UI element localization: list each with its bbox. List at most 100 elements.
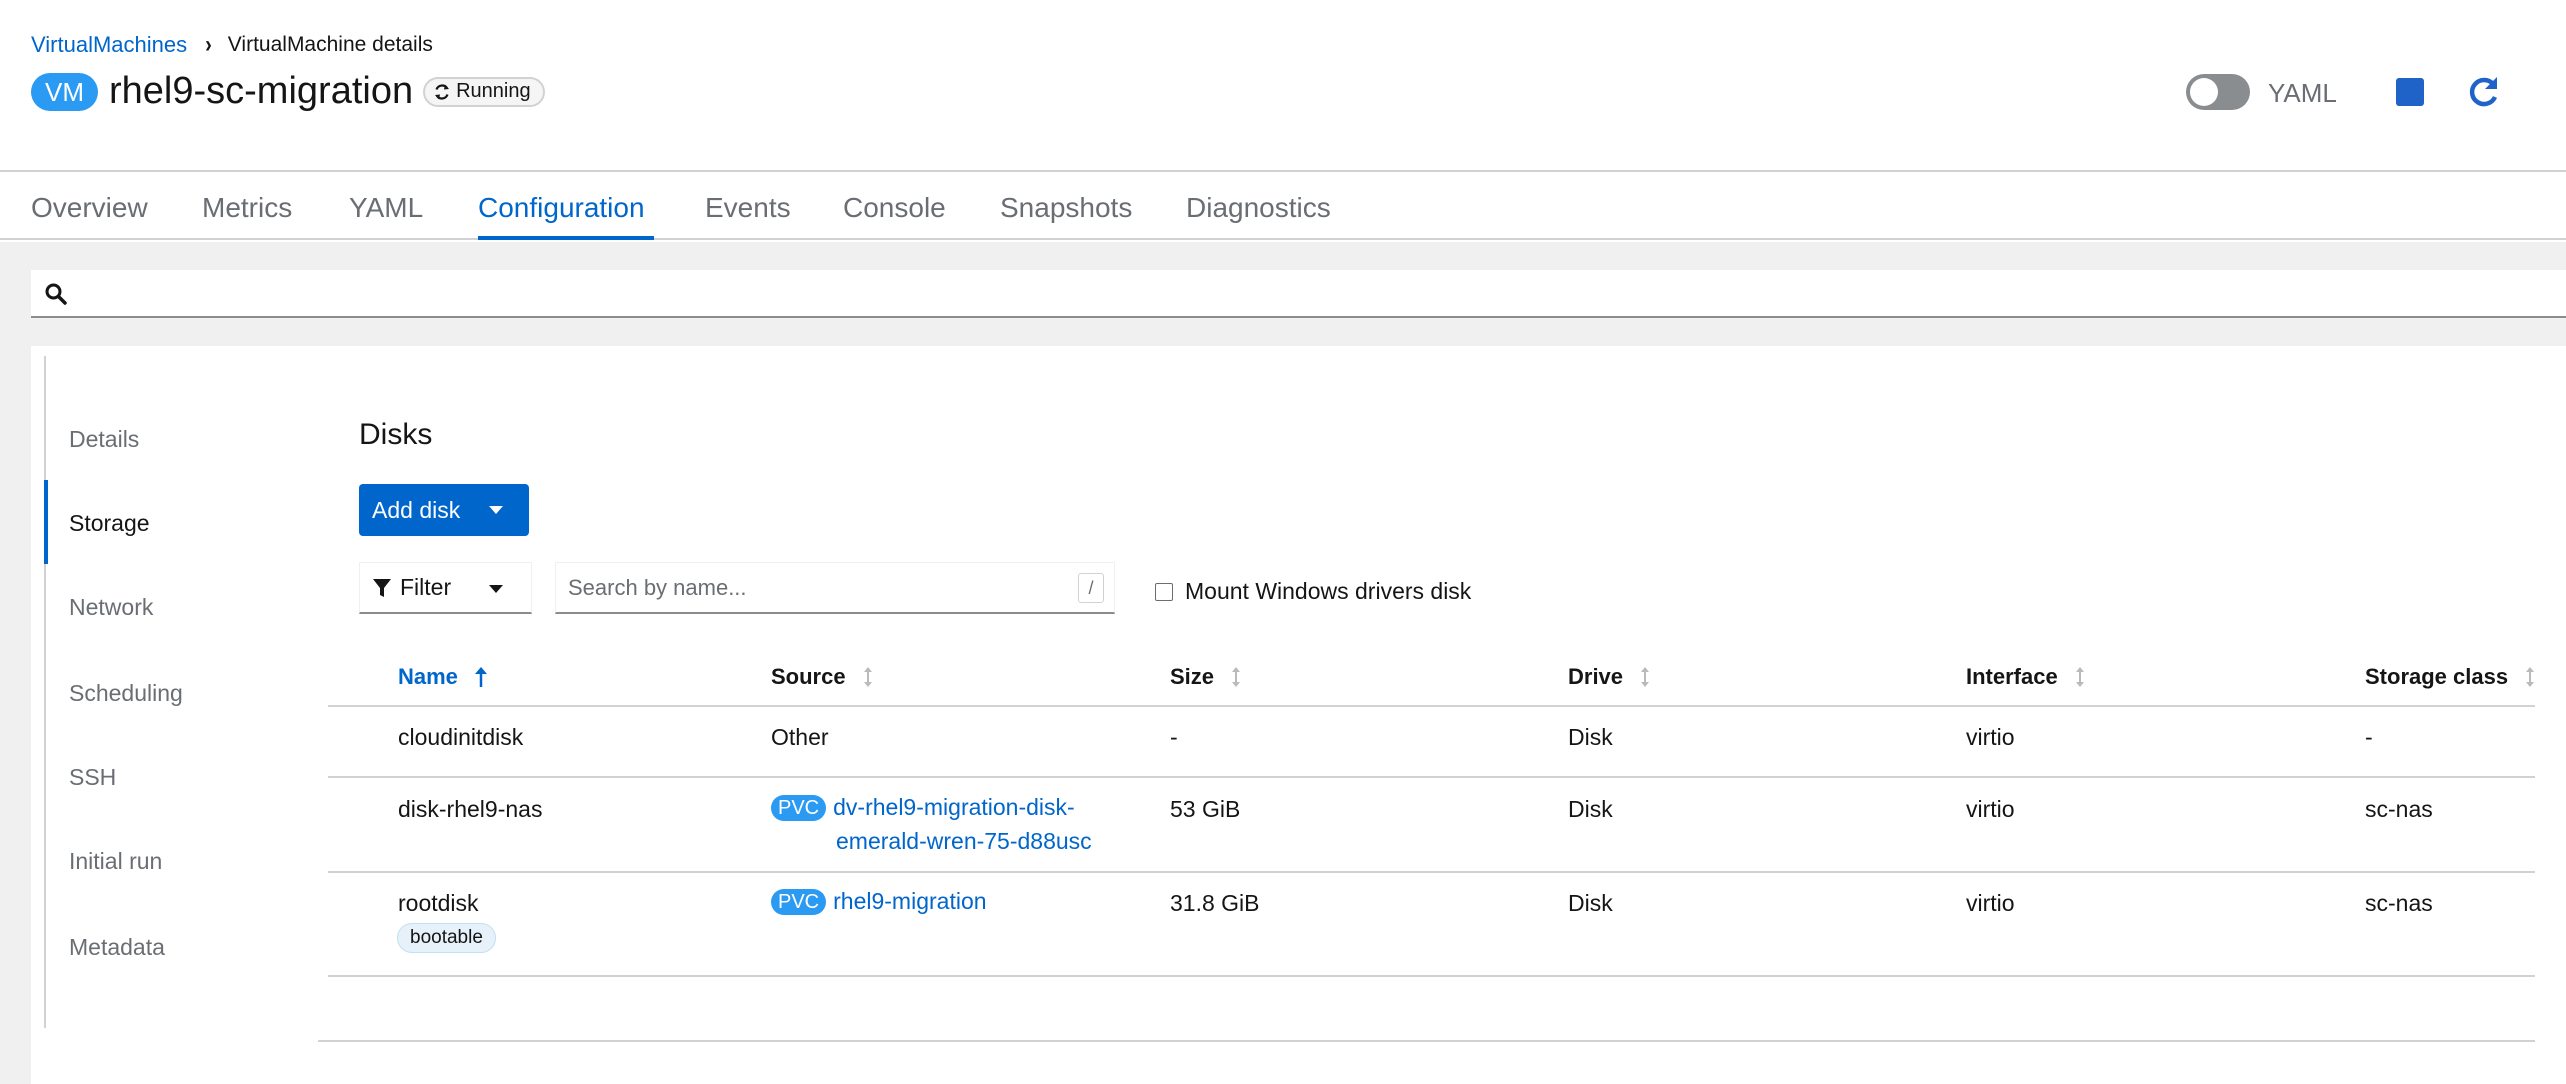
caret-down-icon	[489, 506, 503, 514]
disk-source: PVC dv-rhel9-migration-disk-	[771, 794, 1075, 821]
table-header-divider	[328, 705, 2535, 707]
disk-size: -	[1170, 724, 1178, 750]
row-divider	[328, 776, 2535, 778]
disk-source: Other	[771, 724, 829, 750]
yaml-toggle-label: YAML	[2268, 78, 2337, 108]
sort-icon	[2526, 667, 2535, 687]
side-nav-network[interactable]: Network	[69, 594, 153, 621]
column-header-source[interactable]: Source	[771, 664, 874, 690]
column-header-label: Size	[1170, 664, 1215, 689]
row-divider	[328, 975, 2535, 977]
vm-type-badge: VM	[31, 72, 98, 111]
yaml-toggle[interactable]	[2186, 74, 2250, 110]
sort-icon	[1641, 667, 1650, 687]
sort-icon	[1232, 667, 1241, 687]
search-icon	[45, 283, 67, 305]
tab-yaml[interactable]: YAML	[349, 192, 423, 224]
pvc-badge: PVC	[771, 795, 827, 821]
restart-icon[interactable]	[2464, 74, 2502, 112]
disk-storage-class: -	[2365, 724, 2373, 750]
add-disk-button[interactable]: Add disk	[359, 484, 529, 536]
sort-icon	[2075, 667, 2084, 687]
shortcut-hint: /	[1078, 573, 1104, 603]
tab-bar: Overview Metrics YAML Configuration Even…	[0, 174, 2566, 240]
mount-windows-label: Mount Windows drivers disk	[1185, 578, 1472, 604]
filter-icon	[373, 578, 391, 597]
column-header-label: Name	[398, 664, 458, 689]
sort-ascending-icon	[474, 667, 487, 687]
tab-events[interactable]: Events	[705, 192, 791, 224]
disk-size: 53 GiB	[1170, 796, 1241, 822]
active-tab-indicator	[478, 236, 654, 240]
pvc-link[interactable]: rhel9-migration	[833, 888, 986, 914]
header-actions: YAML	[2186, 70, 2566, 118]
column-header-size[interactable]: Size	[1170, 664, 1242, 690]
page-title: rhel9-sc-migration	[109, 70, 414, 112]
column-header-label: Interface	[1966, 664, 2058, 689]
disk-interface: virtio	[1966, 724, 2015, 750]
disk-storage-class: sc-nas	[2365, 796, 2433, 822]
stop-button[interactable]	[2396, 78, 2424, 106]
filter-label: Filter	[400, 574, 452, 600]
tab-overview[interactable]: Overview	[31, 192, 148, 224]
pvc-link-continued[interactable]: emerald-wren-75-d88usc	[836, 828, 1092, 855]
pvc-badge: PVC	[771, 889, 827, 915]
tab-snapshots[interactable]: Snapshots	[1000, 192, 1132, 224]
add-disk-label: Add disk	[372, 496, 461, 523]
column-header-label: Storage class	[2365, 664, 2509, 689]
mount-windows-drivers-checkbox[interactable]: Mount Windows drivers disk	[1155, 578, 1471, 605]
disk-drive: Disk	[1568, 724, 1613, 750]
disk-drive: Disk	[1568, 890, 1613, 916]
bootable-label: bootable	[397, 923, 496, 953]
toggle-knob	[2190, 78, 2218, 106]
side-nav-divider	[44, 356, 46, 1028]
checkbox-box[interactable]	[1155, 582, 1173, 601]
disk-interface: virtio	[1966, 796, 2015, 822]
tab-configuration[interactable]: Configuration	[478, 192, 645, 224]
filter-dropdown[interactable]: Filter	[359, 562, 532, 614]
side-nav-ssh[interactable]: SSH	[69, 764, 116, 791]
side-nav-storage[interactable]: Storage	[69, 510, 150, 537]
column-header-drive[interactable]: Drive	[1568, 664, 1651, 690]
breadcrumb-link-virtualmachines[interactable]: VirtualMachines	[31, 32, 187, 58]
configuration-search-input[interactable]	[31, 270, 2566, 318]
column-header-label: Drive	[1568, 664, 1624, 689]
sync-icon	[435, 83, 450, 100]
breadcrumb: VirtualMachines › VirtualMachine details	[31, 31, 433, 58]
section-bottom-divider	[318, 1040, 2535, 1042]
disk-name: disk-rhel9-nas	[398, 796, 543, 822]
column-header-interface[interactable]: Interface	[1966, 664, 2086, 690]
status-text: Running	[456, 80, 531, 102]
search-by-name-input[interactable]	[568, 571, 1048, 605]
column-header-storage-class[interactable]: Storage class	[2365, 664, 2536, 690]
column-header-label: Source	[771, 664, 846, 689]
tab-console[interactable]: Console	[843, 192, 946, 224]
side-nav-initial-run[interactable]: Initial run	[69, 848, 162, 875]
chevron-right-icon: ›	[205, 31, 212, 58]
disk-storage-class: sc-nas	[2365, 890, 2433, 916]
tab-metrics[interactable]: Metrics	[202, 192, 292, 224]
disk-name: rootdisk	[398, 890, 479, 916]
side-nav-metadata[interactable]: Metadata	[69, 934, 165, 961]
row-divider	[328, 871, 2535, 873]
side-nav-scheduling[interactable]: Scheduling	[69, 680, 183, 707]
title-row: VM rhel9-sc-migration Running	[31, 70, 545, 113]
section-title: Disks	[359, 418, 433, 451]
search-by-name-field[interactable]: /	[555, 562, 1115, 614]
disk-interface: virtio	[1966, 890, 2015, 916]
disk-size: 31.8 GiB	[1170, 890, 1260, 916]
tab-diagnostics[interactable]: Diagnostics	[1186, 192, 1331, 224]
status-badge: Running	[423, 76, 545, 107]
side-nav-active-indicator	[44, 480, 48, 564]
side-nav-details[interactable]: Details	[69, 426, 139, 453]
caret-down-icon	[489, 585, 503, 593]
column-header-name[interactable]: Name	[398, 664, 488, 690]
disk-drive: Disk	[1568, 796, 1613, 822]
sort-icon	[863, 667, 872, 687]
page-header: VirtualMachines › VirtualMachine details…	[0, 0, 2566, 172]
breadcrumb-current: VirtualMachine details	[227, 33, 433, 56]
disk-source: PVC rhel9-migration	[771, 888, 987, 915]
pvc-link[interactable]: dv-rhel9-migration-disk-	[833, 794, 1075, 820]
disk-name: cloudinitdisk	[398, 724, 524, 750]
configuration-card: Details Storage Network Scheduling SSH I…	[31, 346, 2566, 1084]
